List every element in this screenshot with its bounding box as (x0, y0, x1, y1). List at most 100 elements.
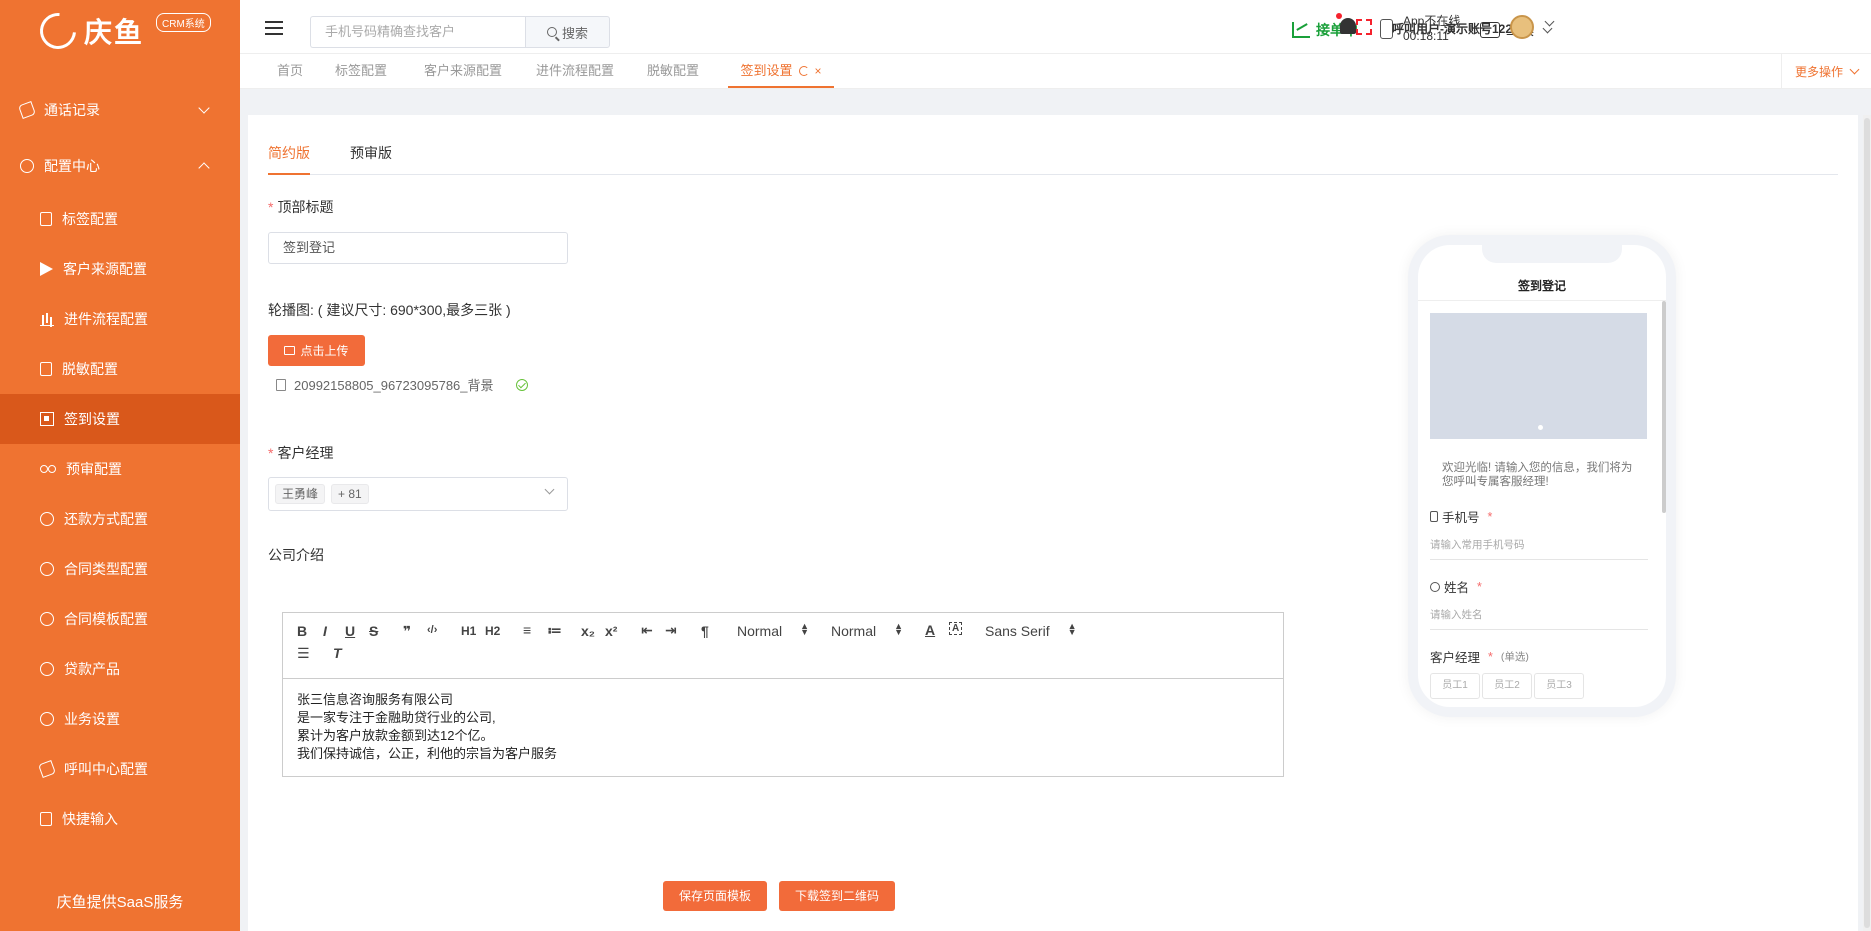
sidebar-item-customer-source[interactable]: 客户来源配置 (0, 244, 240, 294)
italic-button[interactable]: I (323, 623, 327, 639)
fullscreen-icon[interactable] (1356, 19, 1372, 35)
strike-button[interactable]: S (369, 623, 378, 639)
tab-simple-mode[interactable]: 简约版 (268, 143, 310, 175)
ordered-list-button[interactable]: ≡ (523, 622, 531, 638)
editor-line: 我们保持诚信，公正，利他的宗旨为客户服务 (297, 746, 558, 761)
manager-select[interactable]: 王勇峰 + 81 (268, 477, 568, 511)
sidebar-item-label: 还款方式配置 (64, 511, 148, 527)
bold-button[interactable]: B (297, 623, 307, 639)
search-button-label: 搜索 (561, 25, 588, 41)
upload-button[interactable]: 点击上传 (268, 335, 365, 366)
background-color-icon[interactable]: A (949, 622, 963, 635)
sidebar-item-quick-input[interactable]: 快捷输入 (0, 794, 240, 844)
header-select[interactable]: Normal ▲ ▼ (831, 621, 904, 640)
underline-button[interactable]: U (345, 623, 355, 639)
trend-chart-icon (1292, 22, 1310, 38)
menu-toggle-icon[interactable] (265, 21, 283, 23)
avatar[interactable] (1510, 15, 1534, 39)
preview-name-input[interactable]: 请输入姓名 (1430, 607, 1483, 622)
sidebar-item-precheck[interactable]: 预审配置 (0, 444, 240, 494)
updown-icon: ▲ ▼ (1067, 621, 1077, 637)
sidebar-item-tag-config[interactable]: 标签配置 (0, 194, 240, 244)
uploaded-file[interactable]: 20992158805_96723095786_背景 (276, 375, 528, 394)
logo-text: 庆鱼 (84, 17, 145, 48)
text-direction-button[interactable]: ¶ (701, 623, 709, 639)
sidebar-item-contract-template[interactable]: 合同模板配置 (0, 594, 240, 644)
preview-scrollbar[interactable] (1662, 301, 1666, 513)
download-qrcode-button[interactable]: 下载签到二维码 (779, 881, 896, 911)
updown-icon: ▲ ▼ (894, 621, 904, 637)
size-select[interactable]: Normal ▲ ▼ (737, 621, 810, 640)
user-icon (1430, 581, 1440, 592)
tab-desensitize[interactable]: 脱敏配置 (640, 54, 706, 88)
form-actions: 保存页面模板 下载签到二维码 (663, 881, 896, 911)
bars-icon (40, 312, 54, 326)
phone-icon (18, 101, 36, 119)
title-input[interactable]: 签到登记 (268, 232, 568, 264)
preview-staff-option[interactable]: 员工2 (1482, 673, 1532, 699)
font-select[interactable]: Sans Serif ▲ ▼ (985, 621, 1077, 640)
sidebar-item-label: 合同类型配置 (64, 561, 148, 577)
tab-checkin[interactable]: 签到设置 × (728, 54, 834, 88)
more-operations-label: 更多操作 (1794, 64, 1843, 79)
indent-button[interactable]: ⇥ (665, 622, 677, 639)
menu-group-config-center[interactable]: 配置中心 (0, 138, 240, 194)
preview-staff-option[interactable]: 员工1 (1430, 673, 1480, 699)
sidebar-item-loan-product[interactable]: 贷款产品 (0, 644, 240, 694)
search-input[interactable]: 手机号码精确查找客户 (310, 16, 526, 48)
bullet-list-button[interactable]: ≔ (547, 622, 562, 639)
user-name[interactable]: 呼叫用户-演示账号122 (1392, 20, 1512, 37)
carousel-label: 轮播图: ( 建议尺寸: 690*300,最多三张 ) (268, 302, 511, 318)
preview-phone-input[interactable]: 请输入常用手机号码 (1430, 537, 1525, 552)
code-block-button[interactable]: ‹/› (427, 624, 437, 636)
clear-format-icon[interactable]: T (333, 645, 342, 661)
tab-tag-config[interactable]: 标签配置 (328, 54, 394, 88)
mode-tabs: 简约版 预审版 (268, 115, 1838, 175)
sidebar-item-business[interactable]: 业务设置 (0, 694, 240, 744)
manager-tag-count: + 81 (331, 484, 369, 504)
sidebar-item-desensitize[interactable]: 脱敏配置 (0, 344, 240, 394)
preview-phone-label: 手机号 * (1430, 507, 1496, 526)
tab-precheck-mode[interactable]: 预审版 (350, 143, 392, 175)
menu-group-call-records[interactable]: 通话记录 (0, 82, 240, 138)
fish-logo-icon (32, 5, 84, 57)
sidebar-item-call-center[interactable]: 呼叫中心配置 (0, 744, 240, 794)
search-button[interactable]: 搜索 (525, 16, 610, 48)
menu-group-label: 通话记录 (44, 102, 100, 118)
sidebar-item-contract-type[interactable]: 合同类型配置 (0, 544, 240, 594)
subscript-button[interactable]: x₂ (581, 623, 595, 639)
close-icon[interactable]: × (815, 64, 822, 78)
editor-content[interactable]: 张三信息咨询服务有限公司 是一家专注于金融助贷行业的公司, 累计为客户放款金额到… (283, 679, 1283, 775)
sidebar-item-label: 签到设置 (64, 411, 120, 427)
tab-application-flow[interactable]: 进件流程配置 (528, 54, 622, 88)
save-template-button[interactable]: 保存页面模板 (663, 881, 768, 911)
header2-button[interactable]: H2 (485, 624, 500, 638)
chevron-up-icon (198, 162, 210, 174)
sidebar-item-label: 业务设置 (64, 711, 120, 727)
sidebar-item-application-flow[interactable]: 进件流程配置 (0, 294, 240, 344)
editor-line: 累计为客户放款金额到达12个亿。 (297, 728, 494, 743)
align-icon[interactable]: ☰ (297, 645, 310, 662)
more-operations-dropdown[interactable]: 更多操作 (1781, 54, 1871, 88)
outdent-button[interactable]: ⇤ (641, 622, 653, 639)
sidebar-item-label: 脱敏配置 (62, 361, 118, 377)
page-tabs: 首页 标签配置 客户来源配置 进件流程配置 脱敏配置 签到设置 × 更多操作 (240, 54, 1871, 89)
sidebar-item-repayment[interactable]: 还款方式配置 (0, 494, 240, 544)
sidebar-item-checkin[interactable]: 签到设置 (0, 394, 240, 444)
blockquote-button[interactable]: ❞ (403, 623, 411, 640)
preview-staff-option[interactable]: 员工3 (1534, 673, 1584, 699)
search-icon (546, 27, 557, 37)
superscript-button[interactable]: x² (605, 623, 617, 639)
tab-home[interactable]: 首页 (268, 54, 312, 88)
tab-checkin-label: 签到设置 (740, 63, 793, 78)
header1-button[interactable]: H1 (461, 624, 476, 638)
bell-icon[interactable] (1340, 18, 1356, 34)
gear-icon (40, 662, 54, 676)
page-scrollbar-thumb[interactable] (1864, 118, 1870, 928)
text-color-icon[interactable]: A (925, 622, 935, 638)
updown-icon: ▲ ▼ (800, 621, 810, 637)
document-icon (40, 212, 52, 226)
file-icon (276, 378, 286, 391)
tab-customer-source[interactable]: 客户来源配置 (416, 54, 510, 88)
refresh-icon[interactable] (798, 66, 809, 76)
